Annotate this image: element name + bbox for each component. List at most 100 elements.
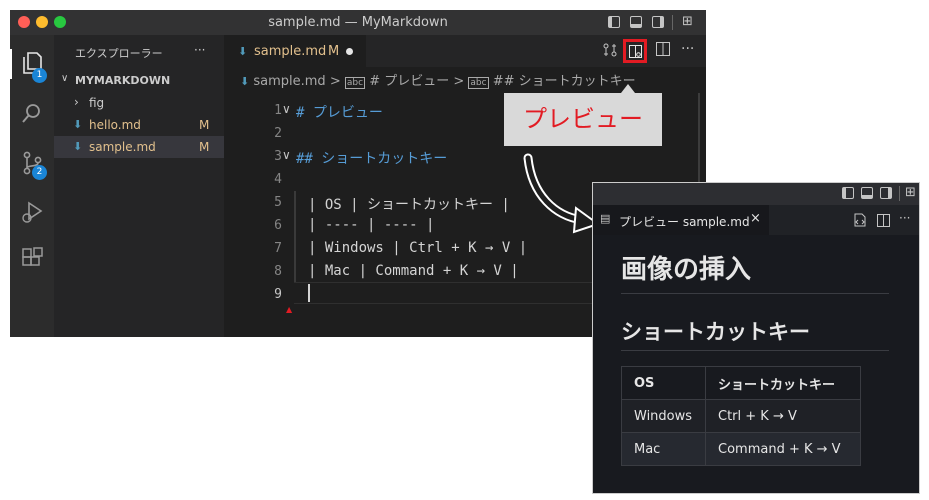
title-bar: sample.md — MyMarkdown ⊞ (10, 10, 706, 35)
markdown-file-icon: ⬇ (73, 140, 83, 153)
code-line-3: ## ショートカットキー (296, 151, 448, 167)
line-number: 3 (274, 149, 282, 164)
line-number: 7 (274, 241, 282, 256)
explorer-sidebar: エクスプローラー ··· ∨ MYMARKDOWN › fig ⬇ hello.… (54, 35, 224, 337)
chevron-right-icon: › (74, 95, 79, 109)
line-number: 5 (274, 195, 282, 210)
code-line-7: | Windows | Ctrl + K → V | (308, 240, 528, 256)
open-changes-icon[interactable] (602, 42, 618, 62)
table-header-row: OS ショートカットキー (621, 366, 861, 400)
extensions-icon[interactable] (20, 247, 44, 271)
markdown-file-icon: ⬇ (73, 118, 83, 131)
chevron-down-icon: ∨ (61, 73, 69, 84)
titlebar-divider (899, 186, 900, 201)
table-cell: Mac (621, 432, 706, 466)
callout-label: プレビュー (523, 105, 643, 133)
table-cell: Command + K → V (705, 432, 861, 466)
breadcrumb-separator: > (329, 74, 341, 89)
tab-sample-md[interactable]: ⬇ sample.md M (224, 35, 366, 67)
sidebar-item-label: sample.md (89, 140, 156, 154)
breadcrumb-separator: > (453, 74, 465, 89)
explorer-badge: 1 (32, 68, 47, 83)
modified-badge: M (199, 118, 210, 132)
split-editor-icon[interactable] (877, 212, 890, 231)
table-header: OS (621, 366, 706, 400)
sidebar-item-label: fig (89, 96, 105, 110)
line-number: 1 (274, 103, 282, 118)
heading-symbol-icon: abc (344, 77, 366, 89)
line-number: 8 (274, 264, 282, 279)
line-number: 2 (274, 126, 282, 141)
toggle-panel-icon[interactable] (630, 16, 642, 28)
more-actions-icon[interactable]: ··· (899, 211, 910, 225)
table-cell: Windows (621, 399, 706, 433)
code-line-1: # プレビュー (296, 105, 383, 121)
modified-badge: M (199, 140, 210, 154)
preview-callout: プレビュー (504, 93, 662, 146)
customize-layout-icon[interactable]: ⊞ (682, 14, 693, 29)
source-control-badge: 2 (32, 165, 47, 180)
open-source-icon[interactable] (853, 212, 867, 231)
preview-heading-2: ショートカットキー (621, 320, 810, 344)
indent-guide (294, 191, 296, 283)
text-cursor (308, 284, 310, 302)
close-tab-icon[interactable]: × (750, 211, 761, 226)
project-name: MYMARKDOWN (75, 74, 171, 87)
heading-divider (621, 293, 889, 294)
project-folder[interactable]: ∨ MYMARKDOWN (54, 70, 224, 92)
breadcrumb-h2[interactable]: ## ショートカットキー (493, 74, 636, 89)
preview-title-bar: ⊞ (593, 183, 919, 205)
toggle-secondary-sidebar-icon[interactable] (652, 16, 664, 28)
breadcrumb: ⬇ sample.md > abc # プレビュー > abc ## ショートカ… (240, 70, 636, 89)
activity-bar: 1 2 (10, 35, 54, 337)
markdown-file-icon: ⬇ (238, 45, 248, 58)
preview-heading-1: 画像の挿入 (621, 255, 752, 285)
toggle-sidebar-icon[interactable] (608, 16, 620, 28)
code-line-8: | Mac | Command + K → V | (308, 263, 519, 279)
customize-layout-icon[interactable]: ⊞ (905, 185, 916, 200)
code-line-6: | ---- | ---- | (308, 217, 435, 233)
table-cell: Ctrl + K → V (705, 399, 861, 433)
explorer-header: エクスプローラー (75, 47, 163, 60)
toggle-secondary-sidebar-icon[interactable] (880, 187, 892, 199)
line-number: 9 (274, 287, 282, 302)
tab-label: プレビュー sample.md (619, 215, 750, 229)
more-actions-icon[interactable]: ··· (194, 43, 205, 57)
shortcut-table: OS ショートカットキー Windows Ctrl + K → V Mac Co… (621, 366, 861, 466)
preview-window: ⊞ ▤ プレビュー sample.md × ··· 画像の挿入 ショートカットキ… (592, 182, 920, 494)
breadcrumb-file[interactable]: sample.md (253, 74, 325, 89)
open-preview-button[interactable] (623, 39, 647, 63)
split-editor-icon[interactable] (656, 42, 670, 60)
editor-tab-bar: ⬇ sample.md M ··· (224, 35, 706, 67)
table-row: Mac Command + K → V (621, 432, 861, 466)
error-marker-icon: ▲ (286, 305, 293, 314)
more-actions-icon[interactable]: ··· (681, 41, 694, 57)
titlebar-divider (672, 15, 673, 30)
line-number: 6 (274, 218, 282, 233)
preview-file-icon: ▤ (600, 212, 611, 225)
tab-modified-badge: M (328, 44, 340, 59)
active-indicator (10, 49, 12, 79)
callout-pointer (621, 84, 635, 93)
table-row: Windows Ctrl + K → V (621, 399, 861, 433)
unsaved-dot-icon[interactable] (346, 48, 353, 55)
code-line-5: | OS | ショートカットキー | (308, 197, 510, 213)
sidebar-item-fig[interactable]: › fig (54, 92, 224, 114)
preview-tab-bar: ▤ プレビュー sample.md × ··· (593, 205, 919, 235)
sidebar-item-label: hello.md (89, 118, 141, 132)
fold-chevron-icon[interactable]: ∨ (282, 102, 291, 116)
heading-symbol-icon: abc (468, 77, 489, 89)
search-icon[interactable] (20, 102, 44, 126)
tab-preview-sample[interactable]: ▤ プレビュー sample.md × (593, 205, 769, 235)
tab-label: sample.md (254, 44, 327, 59)
sidebar-item-hello[interactable]: ⬇ hello.md M (54, 114, 224, 136)
heading-divider (621, 350, 889, 351)
toggle-sidebar-icon[interactable] (842, 187, 854, 199)
sidebar-item-sample[interactable]: ⬇ sample.md M (54, 136, 224, 158)
window-title: sample.md — MyMarkdown (268, 15, 448, 30)
fold-chevron-icon[interactable]: ∨ (282, 148, 291, 162)
toggle-panel-icon[interactable] (861, 187, 873, 199)
breadcrumb-h1[interactable]: # プレビュー (369, 74, 449, 89)
run-debug-icon[interactable] (20, 200, 44, 224)
markdown-file-icon: ⬇ (240, 75, 250, 88)
